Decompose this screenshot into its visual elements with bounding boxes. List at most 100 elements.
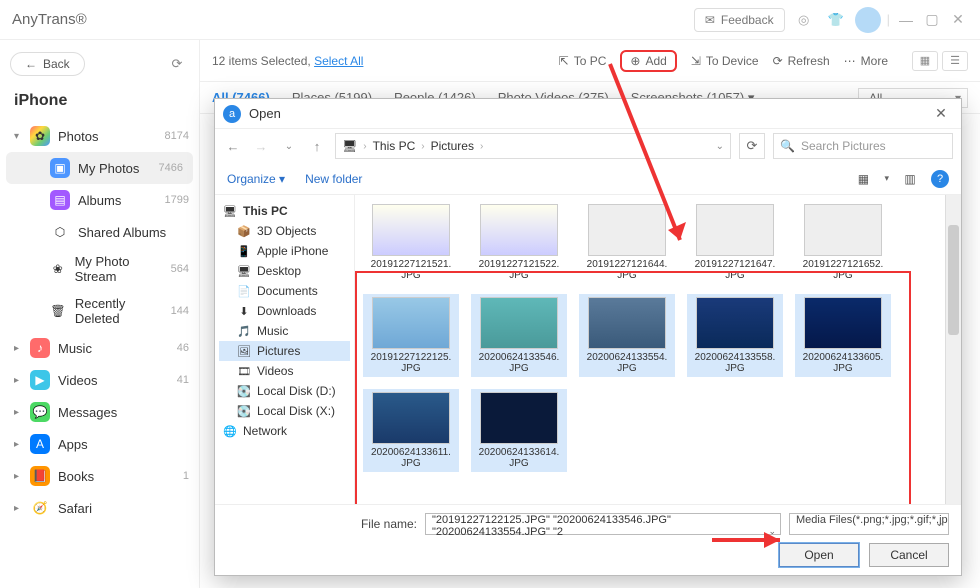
selection-info: 12 items Selected, Select All [212,54,363,68]
to-device-button[interactable]: ⇲To Device [691,54,759,68]
file-item[interactable]: 20191227121521. JPG [363,201,459,284]
file-item[interactable]: 20200624133614. JPG [471,389,567,472]
feedback-button[interactable]: ✉ Feedback [694,8,785,32]
file-item[interactable]: 20191227121644. JPG [579,201,675,284]
more-icon: ⋯ [844,54,856,68]
sidebar-item-label: My Photos [78,161,139,176]
thumbnail [480,204,558,256]
file-item[interactable]: 20191227122125. JPG [363,294,459,377]
tree-item-this-pc[interactable]: 🖥This PC [219,201,350,221]
sidebar-item-photos[interactable]: ▾ ✿ Photos 8174 [0,120,199,152]
breadcrumb-refresh-icon[interactable]: ⟳ [739,133,765,159]
file-item[interactable]: 20200624133605. JPG [795,294,891,377]
sidebar-item-music[interactable]: ▸ ♪ Music 46 [0,332,199,364]
dialog-close-icon[interactable]: ✕ [929,105,953,122]
to-pc-button[interactable]: ⇱To PC [559,54,607,68]
organize-menu[interactable]: Organize ▾ [227,172,285,186]
file-name: 20200624133554. JPG [582,352,672,374]
sidebar-item-my-photos[interactable]: ▣ My Photos 7466 [6,152,193,184]
sidebar-item-count: 7466 [159,162,183,174]
cancel-button[interactable]: Cancel [869,543,949,567]
back-button[interactable]: ← Back [10,52,85,76]
window-maximize-icon[interactable]: ▢ [922,10,942,30]
shirt-icon[interactable]: 👕 [823,7,849,33]
new-folder-button[interactable]: New folder [305,172,362,186]
tree-item-apple-iphone[interactable]: 📱Apple iPhone [219,241,350,261]
sidebar-item-apps[interactable]: ▸ A Apps [0,428,199,460]
grid-view-icon[interactable]: ▦ [912,51,938,71]
nav-back-icon[interactable]: ← [223,139,243,154]
refresh-icon: ⟳ [773,54,783,68]
tree-item-videos[interactable]: 🎞Videos [219,361,350,381]
tree-item-3d-objects[interactable]: 📦3D Objects [219,221,350,241]
window-minimize-icon[interactable]: — [896,10,916,30]
file-item[interactable]: 20191227121652. JPG [795,201,891,284]
sidebar-item-shared-albums[interactable]: ⬡ Shared Albums [0,216,199,248]
select-all-link[interactable]: Select All [314,54,363,68]
tree-item-network[interactable]: 🌐Network [219,421,350,441]
plus-icon: ⊕ [630,54,640,68]
pc-icon: 🖥 [342,139,357,153]
sidebar-item-label: Music [58,341,92,356]
file-item[interactable]: 20200624133546. JPG [471,294,567,377]
file-item[interactable]: 20200624133558. JPG [687,294,783,377]
sidebar-item-recently-deleted[interactable]: 🗑 Recently Deleted 144 [0,290,199,332]
more-button[interactable]: ⋯More [844,54,888,68]
filename-input[interactable]: "20191227122125.JPG" "20200624133546.JPG… [425,513,781,535]
search-input[interactable]: 🔍 Search Pictures [773,133,953,159]
window-close-icon[interactable]: ✕ [948,10,968,30]
list-view-icon[interactable]: ☰ [942,51,968,71]
refresh-icon[interactable]: ⟳ [165,52,189,76]
chevron-down-icon[interactable]: ⌄ [716,141,724,152]
file-name: 20191227121521. JPG [366,259,456,281]
file-name: 20191227121647. JPG [690,259,780,281]
add-button[interactable]: ⊕Add [620,50,676,72]
file-item[interactable]: 20200624133611. JPG [363,389,459,472]
apps-icon: A [30,434,50,454]
file-name: 20200624133546. JPG [474,352,564,374]
sidebar-item-count: 564 [171,263,189,275]
sidebar-item-my-photo-stream[interactable]: ❀ My Photo Stream 564 [0,248,199,290]
file-name: 20200624133558. JPG [690,352,780,374]
caret-icon: ▸ [14,407,22,418]
tree-item-downloads[interactable]: ⬇Downloads [219,301,350,321]
thumbnail [696,204,774,256]
help-icon[interactable]: ? [931,170,949,188]
chevron-down-icon[interactable]: ⌄ [768,526,776,537]
filetype-select[interactable]: Media Files(*.png;*.jpg;*.gif;*.jp [789,513,949,535]
tree-item-pictures[interactable]: 🖼Pictures [219,341,350,361]
tree-item-local-disk-x-[interactable]: 💽Local Disk (X:) [219,401,350,421]
tree-item-music[interactable]: 🎵Music [219,321,350,341]
thumbnail [588,297,666,349]
device-name: iPhone [0,88,199,120]
user-avatar[interactable] [855,7,881,33]
sidebar-item-safari[interactable]: ▸ 🧭 Safari [0,492,199,524]
sidebar-item-videos[interactable]: ▸ ▶ Videos 41 [0,364,199,396]
scrollbar[interactable] [945,195,961,504]
file-item[interactable]: 20191227121647. JPG [687,201,783,284]
folder-tree: 🖥This PC📦3D Objects📱Apple iPhone🖥Desktop… [215,195,355,504]
open-button[interactable]: Open [779,543,859,567]
thumbnail [372,204,450,256]
search-icon[interactable]: ◎ [791,7,817,33]
dialog-title: Open [249,106,281,121]
tree-item-documents[interactable]: 📄Documents [219,281,350,301]
tree-item-local-disk-d-[interactable]: 💽Local Disk (D:) [219,381,350,401]
refresh-button[interactable]: ⟳Refresh [773,54,830,68]
sidebar-item-messages[interactable]: ▸ 💬 Messages [0,396,199,428]
scrollbar-thumb[interactable] [948,225,959,335]
nav-recent-icon[interactable]: ⌄ [279,141,299,152]
file-item[interactable]: 20191227121522. JPG [471,201,567,284]
books-icon: 📕 [30,466,50,486]
tree-item-desktop[interactable]: 🖥Desktop [219,261,350,281]
sidebar-item-books[interactable]: ▸ 📕 Books 1 [0,460,199,492]
preview-pane-icon[interactable]: ▥ [899,170,921,188]
albums-icon: ▤ [50,190,70,210]
file-item[interactable]: 20200624133554. JPG [579,294,675,377]
nav-up-icon[interactable]: ↑ [307,139,327,154]
sidebar-item-label: Safari [58,501,92,516]
view-mode-icon[interactable]: ▦ [852,170,874,188]
thumbnail [588,204,666,256]
breadcrumb[interactable]: 🖥› This PC› Pictures› ⌄ [335,133,731,159]
sidebar-item-albums[interactable]: ▤ Albums 1799 [0,184,199,216]
